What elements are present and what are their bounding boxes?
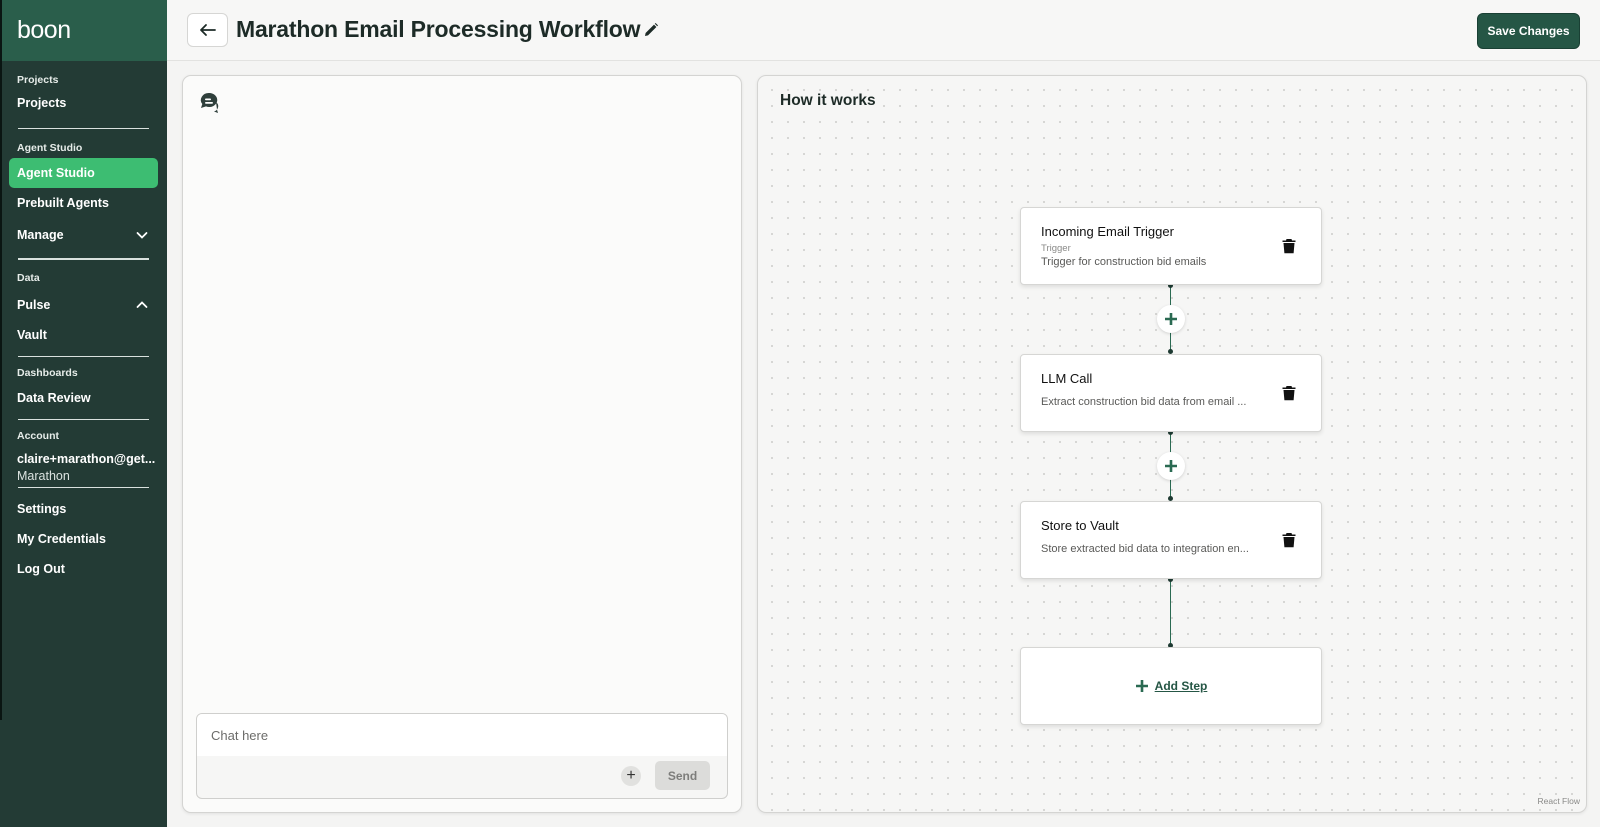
sidebar-item-label: Prebuilt Agents [17,196,109,210]
plus-icon [1165,460,1177,472]
plus-icon [1135,680,1148,692]
sidebar-item-log-out[interactable]: Log Out [9,554,158,584]
account-org: Marathon [17,469,70,483]
chat-icon [200,92,219,113]
chat-input[interactable] [197,714,727,756]
sidebar: boon Projects Projects Agent Studio Agen… [0,0,167,827]
react-flow-attribution[interactable]: React Flow [1537,796,1580,806]
node-description: Store extracted bid data to integration … [1041,543,1249,555]
flow-node-incoming-email-trigger[interactable]: Incoming Email Trigger Trigger Trigger f… [1020,207,1322,285]
sidebar-item-prebuilt-agents[interactable]: Prebuilt Agents [9,188,158,218]
flow-edge [1170,579,1171,647]
page-header: Marathon Email Processing Workflow Save … [167,0,1600,61]
section-title-account: Account [17,430,59,442]
node-description: Trigger for construction bid emails [1041,256,1207,268]
brand-logo[interactable]: boon [0,0,167,61]
sidebar-item-label: Agent Studio [17,166,95,180]
save-changes-button[interactable]: Save Changes [1477,13,1580,49]
plus-icon [1165,313,1177,325]
insert-step-button[interactable] [1157,452,1185,480]
sidebar-nav: Projects Projects Agent Studio Agent Stu… [0,74,167,584]
node-title: Store to Vault [1041,518,1119,533]
sidebar-item-label: Manage [17,228,64,242]
chevron-down-icon [136,232,148,239]
node-description: Extract construction bid data from email… [1041,396,1247,408]
trash-icon[interactable] [1282,238,1296,254]
divider [18,356,149,357]
trash-icon[interactable] [1282,532,1296,548]
chat-composer: + Send [196,713,728,799]
add-step-link[interactable]: Add Step [1155,679,1208,693]
sidebar-item-label: Log Out [17,562,65,576]
sidebar-item-settings[interactable]: Settings [9,494,158,524]
divider [18,128,149,129]
flow-canvas[interactable]: How it works Incoming Email Trigger Trig… [757,75,1587,813]
sidebar-item-label: Settings [17,502,67,516]
divider [18,419,149,420]
section-title-dashboards: Dashboards [17,367,78,379]
account-email[interactable]: claire+marathon@get... [9,452,158,466]
sidebar-item-pulse[interactable]: Pulse [9,290,158,320]
sidebar-item-label: Pulse [17,298,51,312]
node-title: LLM Call [1041,371,1093,386]
section-title-projects: Projects [17,74,59,86]
sidebar-item-vault[interactable]: Vault [9,320,158,350]
sidebar-item-projects[interactable]: Projects [9,88,158,118]
sidebar-item-data-review[interactable]: Data Review [9,383,158,413]
insert-step-button[interactable] [1157,305,1185,333]
pencil-icon[interactable] [642,21,660,39]
chat-panel: + Send [182,75,742,813]
sidebar-item-label: Data Review [17,391,91,405]
window-edge [0,0,2,720]
plus-icon: + [626,767,636,784]
attach-button[interactable]: + [621,766,641,786]
sidebar-item-label: Vault [17,328,47,342]
node-title: Incoming Email Trigger [1041,224,1174,239]
section-title-data: Data [17,272,40,284]
add-step-node[interactable]: Add Step [1020,647,1322,725]
sidebar-item-manage[interactable]: Manage [9,218,158,252]
node-type: Trigger [1041,243,1071,254]
back-button[interactable] [187,13,228,47]
flow-node-llm-call[interactable]: LLM Call Extract construction bid data f… [1020,354,1322,432]
sidebar-item-label: My Credentials [17,532,106,546]
sidebar-item-my-credentials[interactable]: My Credentials [9,524,158,554]
flow-title: How it works [778,92,878,110]
page-title: Marathon Email Processing Workflow [236,16,641,42]
sidebar-item-label: Projects [17,96,67,110]
chevron-up-icon [136,301,148,308]
divider [18,258,149,260]
divider [18,487,149,488]
sidebar-item-agent-studio[interactable]: Agent Studio [9,158,158,188]
trash-icon[interactable] [1282,385,1296,401]
section-title-agent-studio: Agent Studio [17,142,83,154]
flow-node-store-to-vault[interactable]: Store to Vault Store extracted bid data … [1020,501,1322,579]
arrow-left-icon [199,24,216,36]
send-button[interactable]: Send [655,761,710,790]
